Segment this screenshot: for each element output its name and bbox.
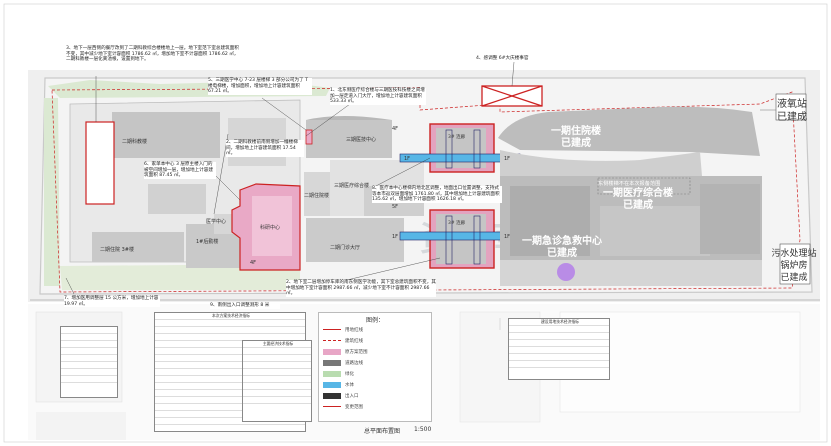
note-1: 1、北东侧医疗综合楼与三期医技科技楼之间增加一层走道入门大厅，增加地上计容建筑面… — [330, 88, 426, 105]
legend-item: 水体 — [319, 379, 431, 390]
note-6: 6、家单本中心 3 层原主楼入门的被空间增加一层，增加地上计容建筑面积 87.4… — [144, 162, 216, 179]
stats-table-small — [60, 326, 118, 398]
legend-item: 出入口 — [319, 390, 431, 401]
legend-swatch — [323, 406, 341, 407]
legend-item: 绿化 — [319, 368, 431, 379]
legend-label: 道路边线 — [345, 360, 363, 366]
legend-swatch — [323, 359, 341, 366]
stats-table-right: 建设用地技术经济指标 — [508, 318, 610, 380]
floor-tag: 1F — [404, 156, 411, 162]
floor-tag: 1F — [504, 234, 511, 240]
legend-swatch — [323, 370, 341, 377]
legend-item: 原方案范围 — [319, 346, 431, 357]
legend-swatch — [323, 381, 341, 388]
scale-label: 1:500 — [414, 426, 432, 433]
label-medical-center: 医学中心 — [206, 219, 227, 225]
legend-label: 出入口 — [345, 393, 359, 399]
legend-swatch — [323, 340, 341, 341]
label-science: 二期科教楼 — [122, 139, 148, 145]
floor-tag: 4F — [250, 260, 257, 266]
label-east-corridor: 三期医疗综合楼 — [334, 183, 370, 189]
label-inpatient: 一期住院楼 已建成 — [551, 126, 601, 149]
legend-item: 建筑红线 — [319, 335, 431, 346]
legend-swatch — [323, 392, 341, 399]
floor-tag: 4F — [392, 126, 399, 132]
drawing-title: 总平面布置图 — [364, 428, 401, 435]
label-hall: 二期门诊大厅 — [330, 245, 361, 251]
floor-tag: 1F — [504, 156, 511, 162]
legend-label: 水体 — [345, 382, 354, 388]
legend-label: 用地红线 — [345, 327, 363, 333]
note-8: 8、医疗本中心楼梯内地北区调整，地面出口位置调整，支持式等本市返双层面增加 17… — [372, 186, 502, 203]
legend-title: 图例： — [365, 317, 384, 324]
label-ward: 二期住院楼 — [304, 193, 330, 199]
floor-tag: 1F — [392, 234, 399, 240]
label-oxygen: 液氧站 已建成 — [777, 99, 807, 123]
note-5: 5、三期医学中心 7-23 层楼梯 3 部分公司为了 T 楼电梯楼，增加面积，增… — [208, 78, 312, 95]
label-bridge-top: 3# 连廊 — [448, 135, 466, 140]
legend: 图例： 用地红线建筑红线原方案范围道路边线绿化水体出入口变更范围 — [318, 312, 432, 422]
legend-label: 建筑红线 — [345, 338, 363, 344]
legend-swatch — [323, 348, 341, 355]
label-medical-complex: 一期医疗综合楼 已建成 — [603, 188, 673, 211]
note-2a: 2、二期科教楼前南侧增加一幢楼梯间，增加地上计容建筑面积 17.54 ㎡。 — [226, 140, 304, 157]
note-4: 4、感调整 6#大庆楼事官 — [476, 56, 556, 62]
legend-swatch — [323, 329, 341, 330]
legend-item: 用地红线 — [319, 324, 431, 335]
legend-label: 原方案范围 — [345, 349, 368, 355]
legend-label: 绿化 — [345, 371, 354, 377]
label-east-note: 东侧楼梯不在本次报备范围 — [598, 181, 661, 187]
legend-item: 变更范围 — [319, 401, 431, 412]
change-area-west — [85, 121, 115, 205]
note-3: 3、地下一层西侧的餐厅改到了二期科教综合楼楼地上一层。地下室范下室总建筑面积不变… — [66, 46, 242, 63]
label-emergency: 一期急诊急救中心 已建成 — [522, 236, 602, 259]
label-med-tech: 三期医技中心 — [346, 137, 377, 143]
stats-table-mid: 主要经济技术指标 — [242, 340, 312, 422]
label-sewage: 污水处理站 锅炉房 已建成 — [771, 249, 817, 283]
label-bridge-bot: 3# 连廊 — [448, 221, 466, 226]
label-logistics: 1#后勤楼 — [196, 239, 219, 245]
legend-label: 变更范围 — [345, 404, 363, 410]
floor-tag: 5F — [392, 204, 399, 210]
label-south: 二期住院 3#楼 — [100, 247, 134, 253]
note-2b: 2、地下室二层增加停车库的南东侧医学功能，其下室总建筑面积不变，其中增加地下室计… — [286, 280, 436, 297]
science-building-block — [112, 112, 220, 158]
note-7: 7、增加医用调整层 15 公方米，增加地上计容 19.97 ㎡。 — [64, 296, 160, 308]
note-9: 9、南侧出入口调整测形 8 米 — [210, 303, 280, 309]
label-medical-center-sub: 科研中心 — [260, 225, 281, 231]
legend-item: 道路边线 — [319, 357, 431, 368]
